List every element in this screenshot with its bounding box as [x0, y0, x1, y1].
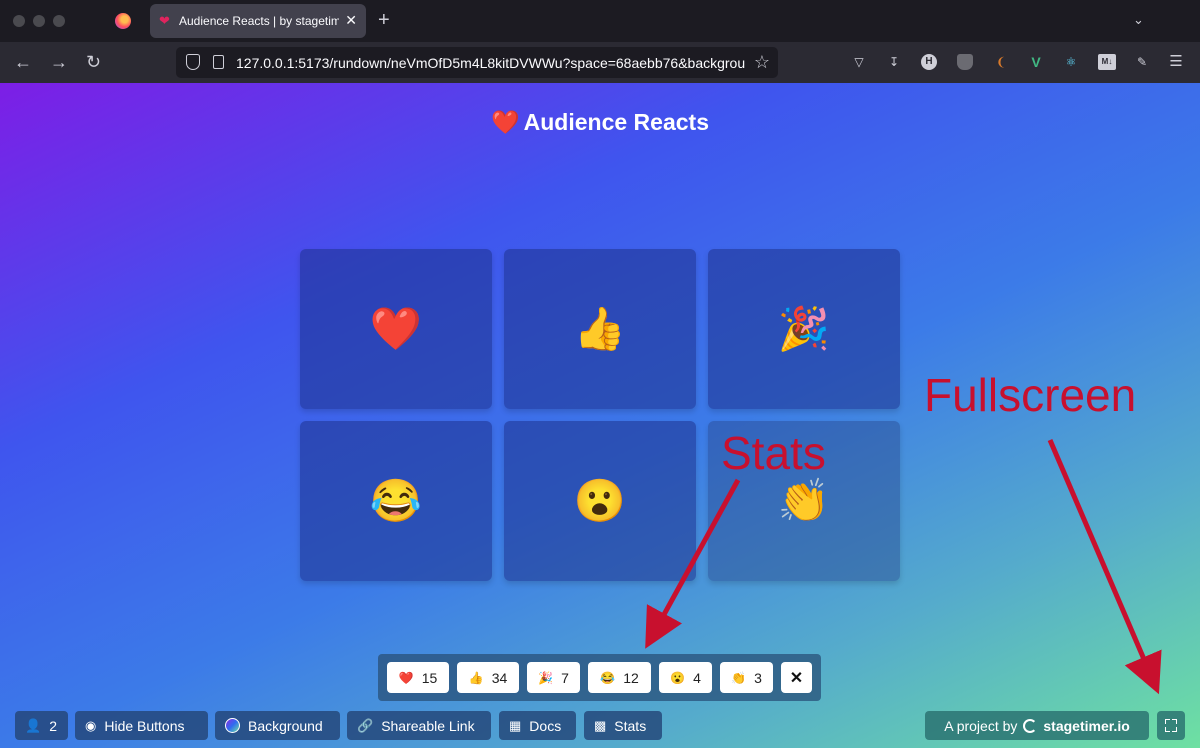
firefox-icon — [115, 13, 131, 29]
extensions-icon[interactable]: ✎ — [1134, 54, 1150, 70]
browser-tab[interactable]: ❤ Audience Reacts | by stagetimer ✕ — [150, 4, 366, 38]
menu-icon[interactable]: ☰ — [1168, 54, 1184, 70]
react-devtools-icon[interactable]: ⚛ — [1063, 54, 1079, 70]
reload-icon[interactable]: ↻ — [86, 51, 101, 73]
fullscreen-annotation-arrow — [1047, 439, 1162, 695]
chili-icon[interactable]: ❨ — [993, 54, 1009, 70]
credit-link[interactable]: A project by stagetimer.io — [925, 711, 1149, 740]
vue-devtools-icon[interactable]: V — [1028, 54, 1044, 70]
heart-icon: ❤ — [159, 13, 170, 28]
address-bar[interactable]: 127.0.0.1:5173/rundown/neVmOfD5m4L8kitDV… — [176, 47, 778, 78]
stat-chip-party: 🎉 7 — [527, 662, 580, 693]
stats-close-button[interactable]: ✕ — [781, 662, 812, 693]
docs-button[interactable]: ▦ Docs — [499, 711, 576, 740]
fullscreen-annotation-label: Fullscreen — [924, 369, 1137, 421]
markdown-icon[interactable]: M↓ — [1098, 54, 1116, 70]
page-icon[interactable] — [213, 55, 224, 69]
browser-nav-bar: ← → ↻ 127.0.0.1:5173/rundown/neVmOfD5m4L… — [0, 42, 1200, 83]
stat-chip-thumbs-up: 👍 34 — [457, 662, 519, 693]
bookmark-star-icon[interactable]: ☆ — [754, 52, 770, 72]
url-text[interactable]: 127.0.0.1:5173/rundown/neVmOfD5m4L8kitDV… — [236, 55, 746, 71]
app-page: ❤️ Audience Reacts ❤️ 👍 🎉 😂 😮 👏 Stats Ful… — [0, 83, 1200, 748]
stat-chip-clap: 👏 3 — [720, 662, 773, 693]
window-minimize-button[interactable] — [33, 15, 45, 27]
link-icon: 🔗 — [357, 717, 374, 733]
browser-tab-bar: ❤ Audience Reacts | by stagetimer ✕ + ⌄ — [0, 0, 1200, 42]
tab-title: Audience Reacts | by stagetimer — [179, 14, 339, 28]
stats-button[interactable]: ▩ Stats — [584, 711, 662, 740]
hide-buttons-button[interactable]: ◉ Hide Buttons — [75, 711, 208, 740]
background-swatch-icon — [225, 718, 240, 733]
new-tab-button[interactable]: + — [378, 9, 390, 31]
pocket-icon[interactable]: ▽ — [851, 54, 867, 70]
stat-chip-heart: ❤️ 15 — [387, 662, 449, 693]
eye-off-icon: ◉ — [85, 717, 97, 733]
stats-bar: ❤️ 15 👍 34 🎉 7 😂 12 😮 4 👏 3 ✕ — [378, 654, 821, 701]
users-count-button[interactable]: 👤 2 — [15, 711, 68, 740]
chevron-down-icon[interactable]: ⌄ — [1133, 12, 1144, 28]
ublock-icon[interactable] — [957, 54, 973, 70]
user-icon: 👤 — [25, 717, 42, 733]
shield-icon[interactable] — [186, 54, 200, 70]
background-button[interactable]: Background — [215, 711, 340, 740]
fullscreen-button[interactable] — [1157, 711, 1185, 740]
bar-chart-icon: ▩ — [594, 717, 607, 733]
stat-chip-surprised: 😮 4 — [659, 662, 712, 693]
h-extension-icon[interactable]: H — [921, 54, 937, 70]
back-icon[interactable]: ← — [14, 51, 32, 73]
window-zoom-button[interactable] — [53, 15, 65, 27]
window-close-button[interactable] — [13, 15, 25, 27]
stagetimer-logo-icon — [1023, 718, 1038, 733]
forward-icon[interactable]: → — [50, 51, 68, 73]
fullscreen-icon — [1165, 719, 1170, 724]
tab-close-icon[interactable]: ✕ — [345, 12, 357, 28]
book-icon: ▦ — [509, 717, 522, 733]
stats-annotation-label: Stats — [721, 427, 826, 479]
shareable-link-button[interactable]: 🔗 Shareable Link — [347, 711, 491, 740]
download-icon[interactable]: ↧ — [886, 54, 902, 70]
stat-chip-laugh: 😂 12 — [588, 662, 651, 693]
stats-annotation-arrow — [645, 478, 741, 649]
